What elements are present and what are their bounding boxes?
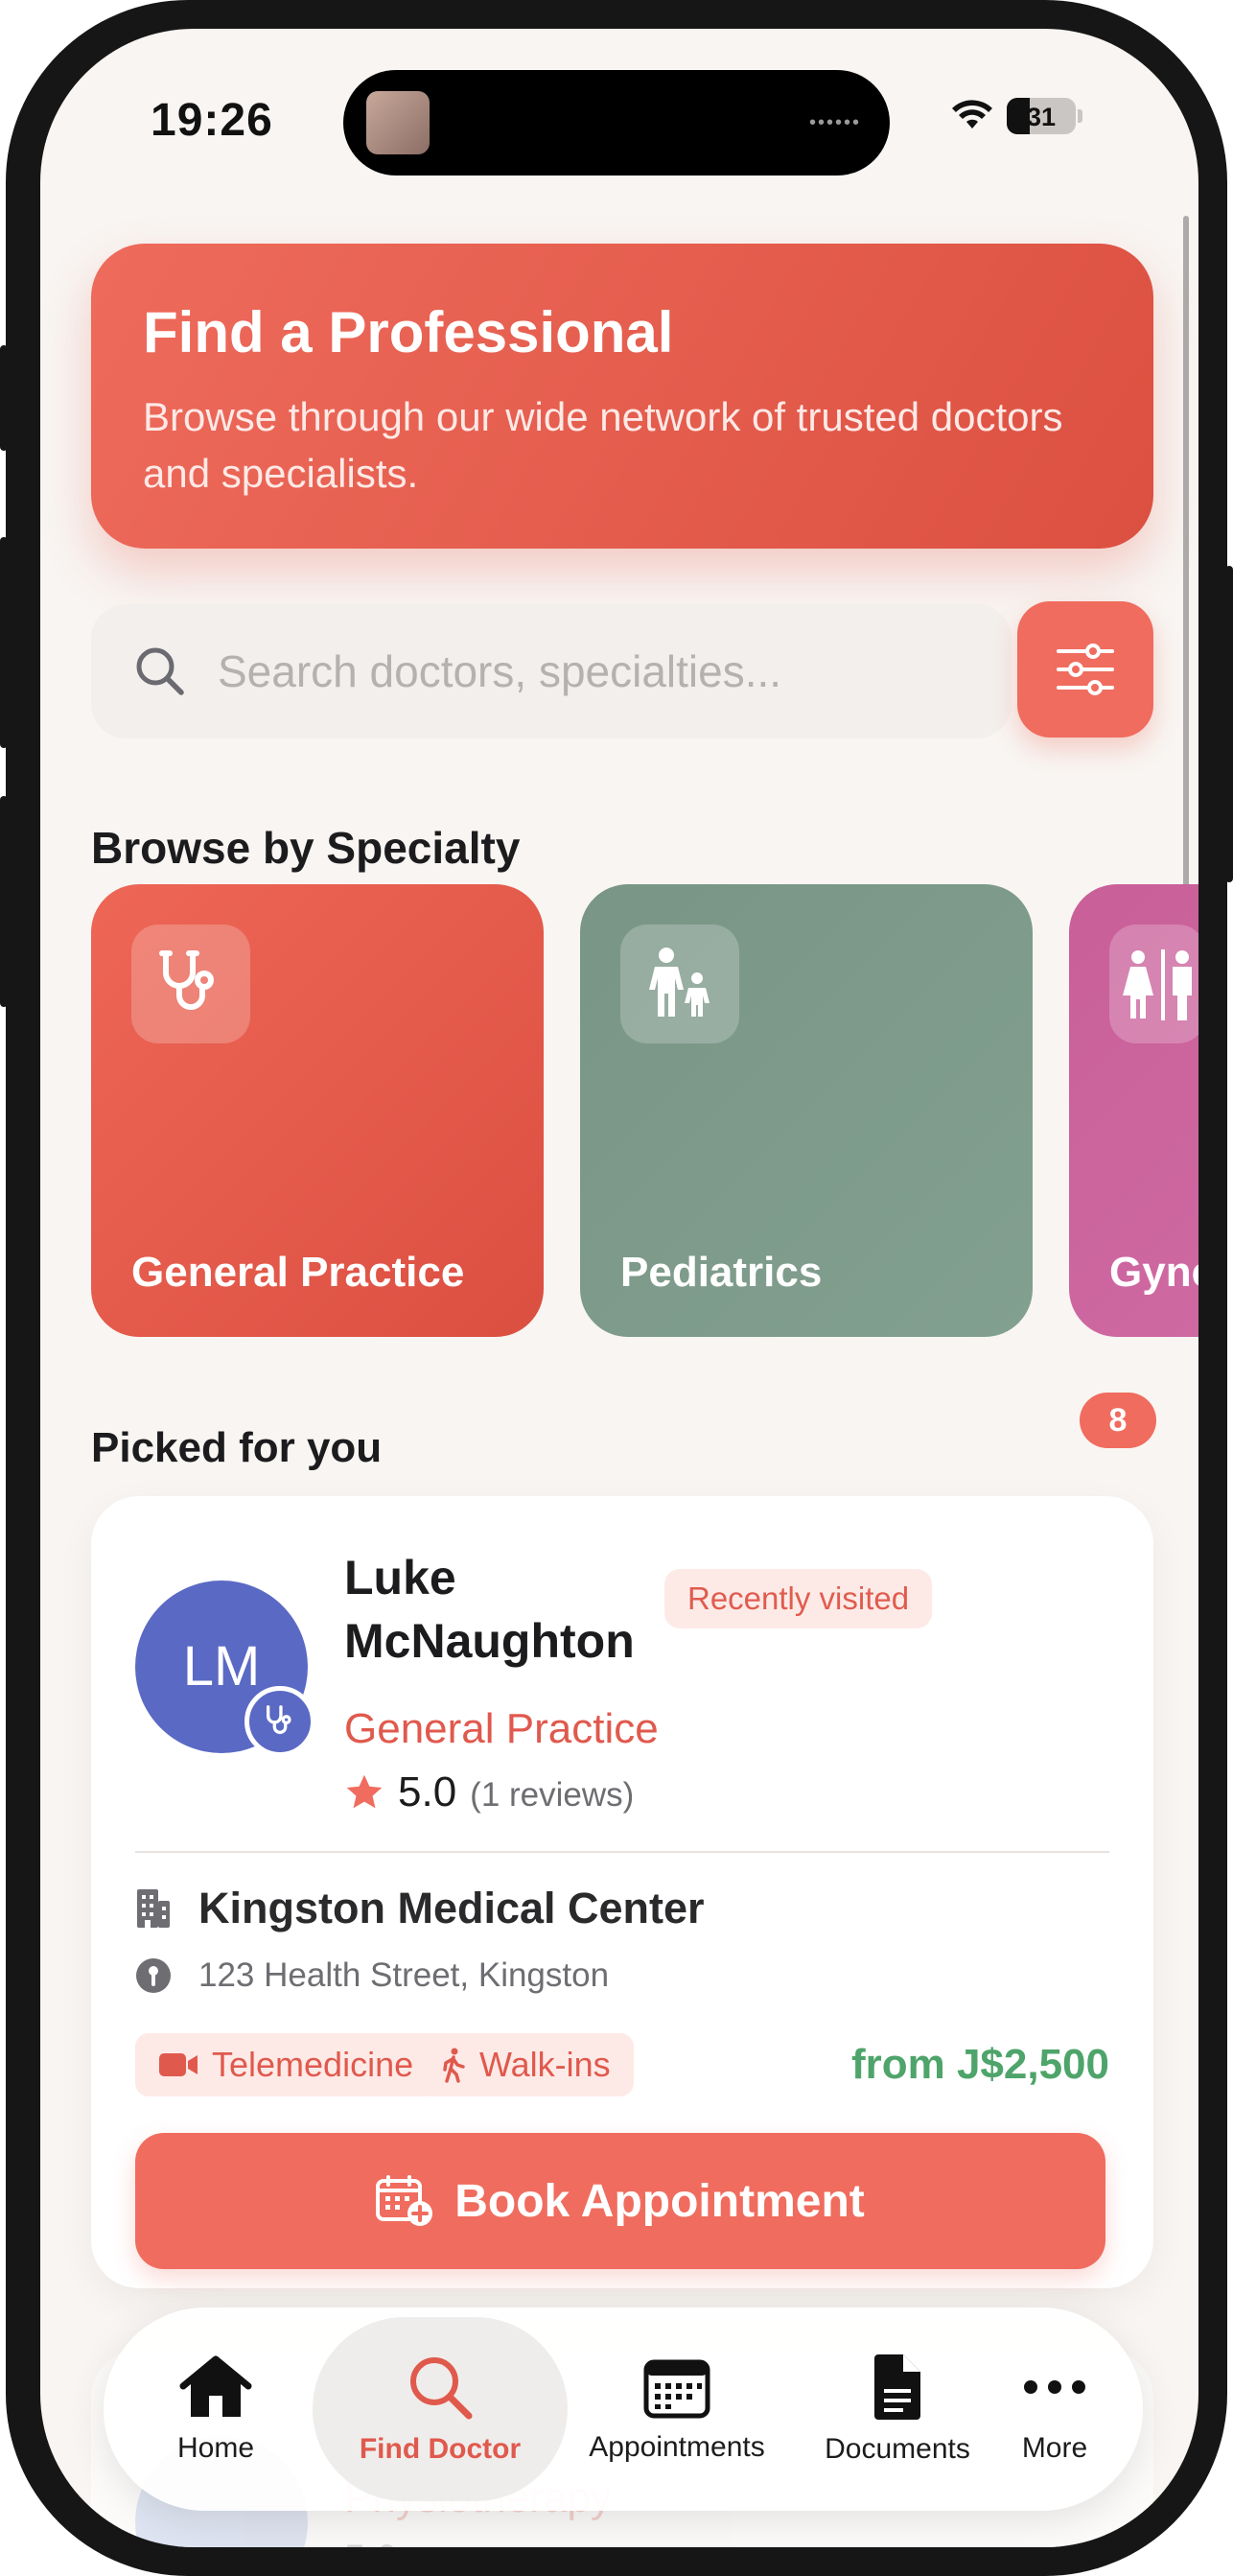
parent-child-icon (620, 925, 739, 1043)
tab-label: Appointments (589, 2431, 765, 2463)
stethoscope-icon (244, 1686, 315, 1757)
recently-visited-badge: Recently visited (664, 1569, 933, 1628)
tag-label: Telemedicine (212, 2045, 414, 2084)
more-icon (1024, 2380, 1085, 2394)
clinic-row: Kingston Medical Center (135, 1884, 705, 1933)
hero-title: Find a Professional (143, 300, 674, 364)
video-camera-icon (159, 2053, 198, 2076)
tab-label: More (1021, 2432, 1088, 2464)
building-icon (137, 1889, 170, 1928)
tab-label: Home (176, 2432, 255, 2464)
now-playing-thumbnail (366, 91, 430, 154)
rating-value: 5.0 (344, 2538, 398, 2547)
walking-person-icon (443, 2048, 465, 2083)
specialty-card-pediatrics[interactable]: Pediatrics (580, 884, 1033, 1337)
doctor-card[interactable]: LM Luke McNaughton Recently visited Gene… (91, 1496, 1153, 2288)
specialty-label: Pediatrics (620, 1249, 823, 1296)
tab-documents[interactable]: Documents (802, 2307, 993, 2511)
calendar-add-icon (376, 2175, 433, 2226)
location-pin-icon (136, 1958, 171, 1993)
review-count: (1 reviews) (470, 1776, 635, 1814)
specialty-label: Gyne (1109, 1249, 1198, 1296)
address-row: 123 Health Street, Kingston (135, 1956, 609, 1995)
app-screen: 19:26 •••••• 31 Find a Professional Brow… (40, 29, 1198, 2547)
tab-appointments[interactable]: Appointments (562, 2307, 792, 2511)
book-appointment-label: Book Appointment (454, 2175, 865, 2227)
specialty-label: General Practice (131, 1249, 465, 1296)
tab-home[interactable]: Home (142, 2307, 290, 2511)
search-icon (410, 2357, 473, 2420)
battery-icon: 31 (1007, 98, 1082, 134)
female-male-icon (1109, 925, 1198, 1043)
tab-label: Documents (825, 2433, 970, 2465)
calendar-icon (643, 2359, 710, 2419)
phone-frame: 19:26 •••••• 31 Find a Professional Brow… (6, 0, 1227, 2576)
telemedicine-tag: Telemedicine (135, 2033, 437, 2096)
action-button (0, 345, 8, 451)
wifi-icon (952, 100, 992, 129)
status-time: 19:26 (151, 95, 273, 146)
book-appointment-button[interactable]: Book Appointment (135, 2133, 1105, 2269)
island-dots-icon: •••••• (808, 112, 861, 133)
specialty-card-general-practice[interactable]: General Practice (91, 884, 544, 1337)
tag-label: Walk-ins (479, 2045, 611, 2084)
status-indicators: 31 (951, 98, 1082, 134)
tab-more[interactable]: More (995, 2307, 1114, 2511)
filter-button[interactable] (1017, 601, 1153, 738)
divider (135, 1851, 1109, 1853)
clinic-name: Kingston Medical Center (198, 1884, 705, 1932)
tab-label: Find Doctor (359, 2433, 522, 2465)
home-icon (179, 2355, 252, 2417)
volume-down-button (0, 796, 8, 1007)
doctor-rating: 5.0 (1 reviews) (344, 1768, 634, 1816)
side-button (1225, 566, 1233, 882)
picked-section-title: Picked for you (91, 1424, 383, 1471)
scroll-indicator[interactable] (1183, 216, 1189, 964)
specialty-section-title: Browse by Specialty (91, 823, 521, 873)
sliders-icon (1057, 644, 1114, 695)
hero-subtitle: Browse through our wide network of trust… (143, 394, 1063, 496)
rating-value: 5.0 (398, 1768, 457, 1815)
search-input[interactable] (218, 645, 985, 697)
star-icon (346, 1774, 383, 1809)
tab-find-doctor[interactable]: Find Doctor (313, 2317, 568, 2501)
battery-level: 31 (1026, 103, 1057, 131)
specialty-card-gynecology[interactable]: Gyne (1069, 884, 1198, 1337)
result-count-badge: 8 (1080, 1393, 1156, 1448)
doctor-name[interactable]: Luke McNaughton (344, 1546, 651, 1673)
search-icon (136, 647, 184, 695)
stethoscope-icon (131, 925, 250, 1043)
price-label: from J$2,500 (850, 2041, 1109, 2088)
search-bar[interactable] (91, 604, 1012, 738)
dynamic-island: •••••• (343, 70, 890, 176)
clinic-address: 123 Health Street, Kingston (198, 1956, 610, 1994)
doctor-specialty: General Practice (344, 1705, 659, 1752)
tab-bar: Home Find Doctor Appointments Documents … (104, 2307, 1143, 2511)
document-icon (874, 2354, 920, 2420)
hero-banner: Find a Professional Browse through our w… (91, 244, 1153, 549)
volume-up-button (0, 537, 8, 748)
walk-ins-tag: Walk-ins (416, 2033, 634, 2096)
